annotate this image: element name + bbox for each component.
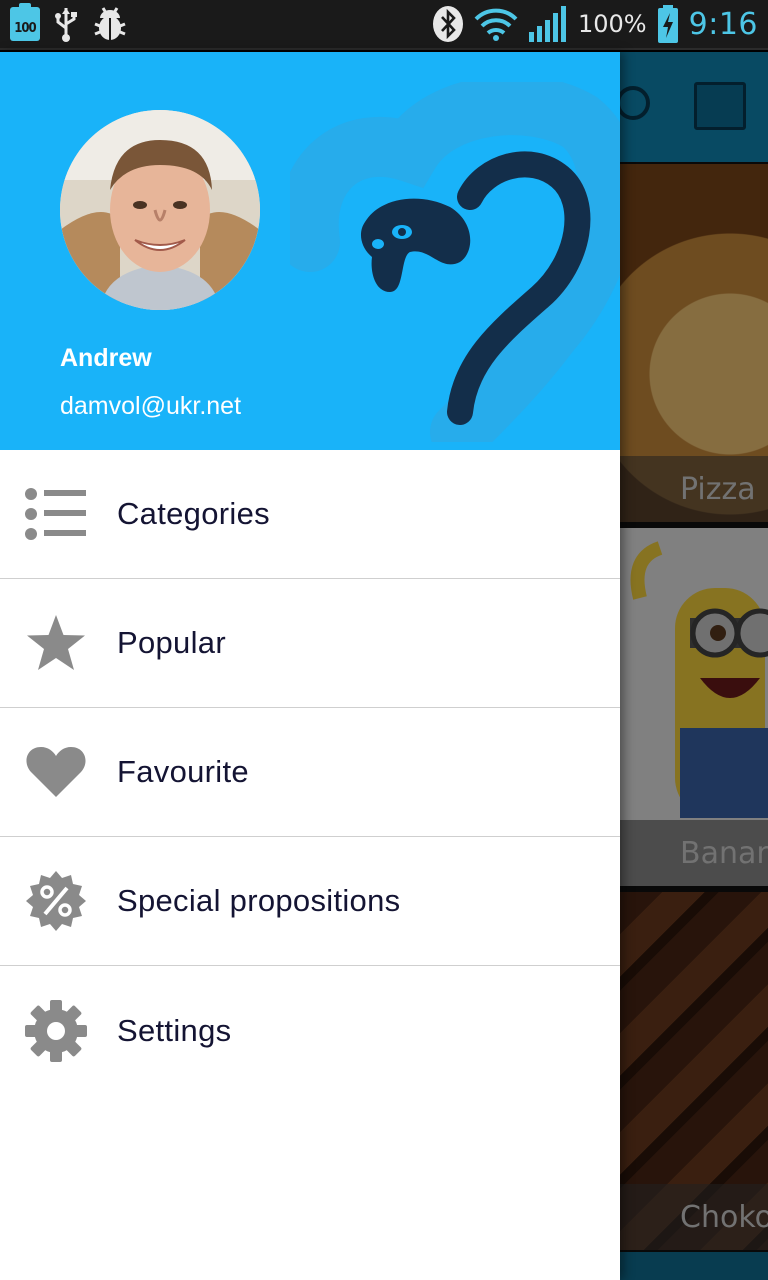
menu-item-label: Settings bbox=[117, 1012, 232, 1048]
menu-item-categories[interactable]: Categories bbox=[0, 450, 620, 579]
menu-item-label: Popular bbox=[117, 625, 226, 660]
app-logo bbox=[290, 82, 620, 442]
bluetooth-icon bbox=[432, 4, 464, 44]
signal-icon bbox=[528, 4, 568, 44]
menu-item-popular[interactable]: Popular bbox=[0, 579, 620, 708]
user-email: damvol@ukr.net bbox=[60, 392, 242, 420]
star-icon bbox=[24, 611, 88, 675]
battery-charging-icon bbox=[657, 4, 679, 44]
gear-icon bbox=[24, 999, 88, 1063]
percent-badge-icon bbox=[24, 869, 88, 933]
menu-item-favourite[interactable]: Favourite bbox=[0, 708, 620, 837]
avatar[interactable] bbox=[60, 110, 260, 310]
menu-item-special-propositions[interactable]: Special propositions bbox=[0, 837, 620, 966]
menu-item-settings[interactable]: Settings bbox=[0, 966, 620, 1095]
battery-percent: 100% bbox=[578, 10, 647, 38]
navigation-drawer: Andrew damvol@ukr.net Categories Popular… bbox=[0, 52, 620, 1280]
menu-item-label: Special propositions bbox=[117, 883, 401, 918]
list-icon bbox=[24, 482, 88, 546]
usb-icon bbox=[54, 4, 78, 44]
user-name: Andrew bbox=[60, 344, 152, 372]
wifi-icon bbox=[474, 4, 518, 44]
status-bar: 100 100% 9:16 bbox=[0, 0, 768, 50]
heart-icon bbox=[24, 740, 88, 804]
menu-item-label: Categories bbox=[117, 496, 270, 531]
drawer-header: Andrew damvol@ukr.net bbox=[0, 52, 620, 450]
battery-100-icon: 100 bbox=[10, 3, 40, 44]
debug-bug-icon bbox=[92, 4, 128, 44]
menu-item-label: Favourite bbox=[117, 754, 249, 789]
clock: 9:16 bbox=[688, 6, 758, 42]
drawer-menu: Categories Popular Favourite Special pro… bbox=[0, 450, 620, 1095]
